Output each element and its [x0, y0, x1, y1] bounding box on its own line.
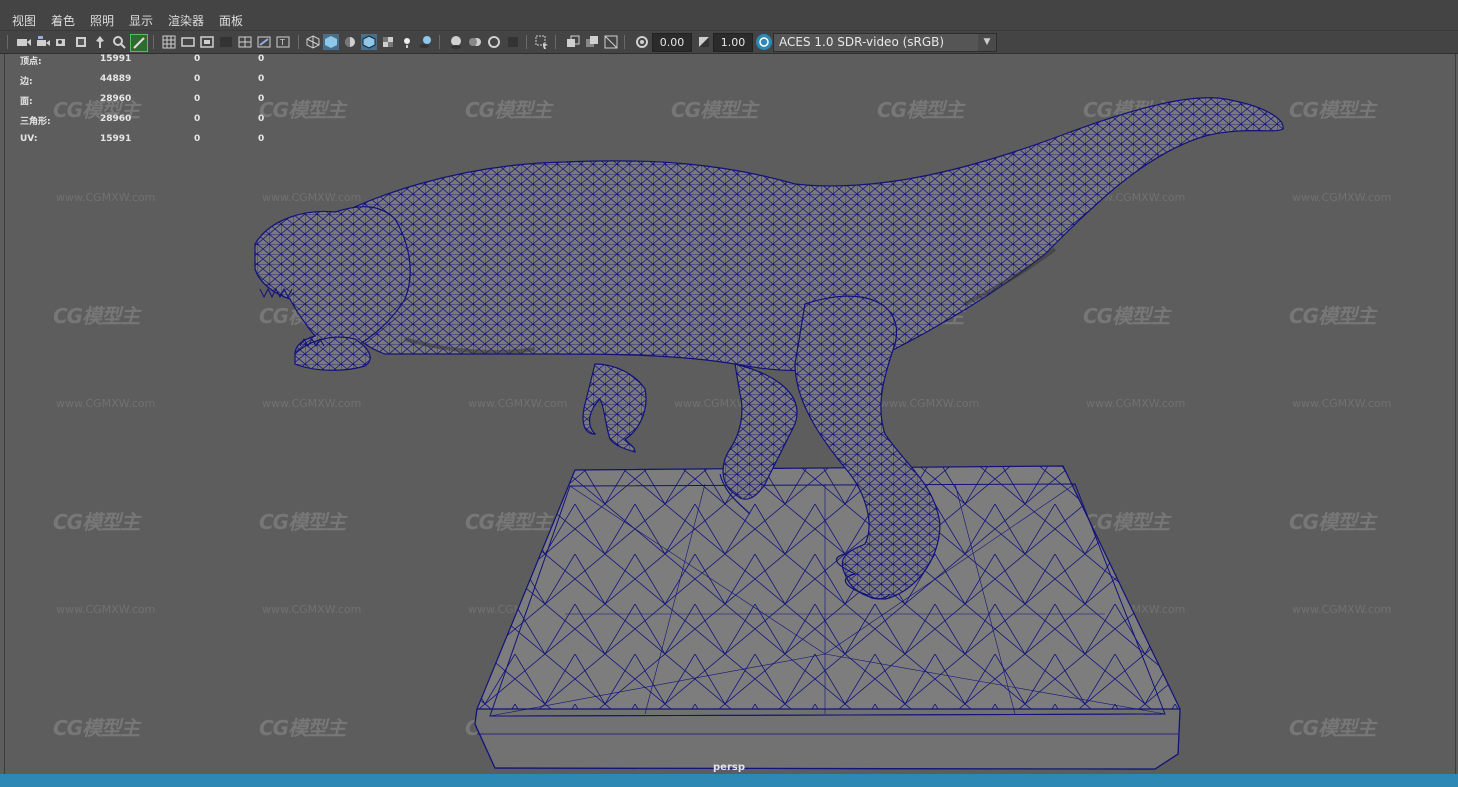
color-management-icon[interactable] — [756, 34, 772, 50]
hud-value: 0 — [194, 114, 201, 124]
hud-value: 0 — [258, 94, 265, 104]
toolbar-separator — [298, 35, 299, 49]
shadows-icon[interactable] — [418, 34, 434, 50]
hud-label: 面: — [20, 97, 33, 107]
wireframe-model[interactable] — [5, 54, 1455, 774]
hud-value: 0 — [258, 74, 265, 84]
grease-pencil-icon[interactable] — [130, 34, 148, 52]
menu-shading[interactable]: 着色 — [51, 12, 75, 29]
gamma-icon[interactable] — [696, 34, 712, 50]
default-material-icon[interactable] — [342, 34, 358, 50]
camera-attributes-icon[interactable] — [35, 34, 51, 50]
hud-value: 0 — [194, 74, 201, 84]
exposure-field[interactable]: 0.00 — [652, 33, 692, 52]
toolbar-separator — [153, 35, 154, 49]
pedestal-mesh[interactable] — [474, 465, 1181, 770]
hud-value: 15991 — [100, 134, 132, 144]
safe-title-icon[interactable]: T — [275, 34, 291, 50]
anti-aliasing-icon[interactable] — [486, 34, 502, 50]
view-transform-dropdown[interactable]: ACES 1.0 SDR-video (sRGB) ▼ — [773, 33, 997, 52]
image-plane-icon[interactable] — [73, 34, 89, 50]
hud-value: 0 — [194, 134, 201, 144]
resolution-gate-icon[interactable] — [199, 34, 215, 50]
toolbar-separator — [439, 35, 440, 49]
menu-show[interactable]: 显示 — [129, 12, 153, 29]
xray-joints-icon[interactable] — [584, 34, 600, 50]
hud-label: 边: — [20, 77, 33, 87]
viewport-persp[interactable]: CG模型主 www.CGMXW.com CG模型主 www.CGMXW.com CG模型… — [4, 54, 1456, 774]
camera-name-label: persp — [713, 762, 745, 773]
hud-value: 28960 — [100, 94, 132, 104]
xray-icon[interactable] — [565, 34, 581, 50]
view-transform-label: ACES 1.0 SDR-video (sRGB) — [779, 35, 945, 49]
motion-blur-icon[interactable] — [467, 34, 483, 50]
menu-renderer[interactable]: 渲染器 — [168, 12, 204, 29]
gamma-field[interactable]: 1.00 — [713, 33, 753, 52]
wireframe-icon[interactable] — [305, 34, 321, 50]
lights-icon[interactable] — [399, 34, 415, 50]
hud-label: 三角形: — [20, 117, 51, 127]
wireframe-on-shaded-icon[interactable] — [361, 34, 377, 50]
toolbar-separator — [526, 35, 527, 49]
gate-mask-icon[interactable] — [218, 34, 234, 50]
menu-panels[interactable]: 面板 — [219, 12, 243, 29]
smooth-shade-icon[interactable] — [323, 34, 339, 50]
hud-value: 0 — [258, 114, 265, 124]
depth-of-field-icon[interactable] — [505, 34, 521, 50]
bookmark-icon[interactable] — [54, 34, 70, 50]
toolbar-separator — [624, 35, 625, 49]
hud-label: 顶点: — [20, 57, 42, 67]
panel-toolbar: T 0.00 1.00 ACES 1.0 SDR-video (sRGB) ▼ — [0, 31, 1458, 54]
viewport-bottom-bar — [0, 774, 1458, 787]
textured-icon[interactable] — [380, 34, 396, 50]
hud-value: 0 — [194, 94, 201, 104]
chevron-down-icon: ▼ — [978, 34, 996, 51]
hud-label: UV: — [20, 134, 38, 144]
menu-view[interactable]: 视图 — [12, 12, 36, 29]
toolbar-separator — [7, 35, 8, 49]
film-gate-icon[interactable] — [180, 34, 196, 50]
isolate-select-icon[interactable] — [534, 34, 550, 50]
hud-value: 0 — [194, 54, 201, 64]
grid-icon[interactable] — [161, 34, 177, 50]
hud-value: 0 — [258, 134, 265, 144]
hud-value: 28960 — [100, 114, 132, 124]
pin-icon[interactable] — [92, 34, 108, 50]
svg-text:T: T — [279, 38, 285, 47]
toolbar-separator — [555, 35, 556, 49]
menu-lighting[interactable]: 照明 — [90, 12, 114, 29]
field-chart-icon[interactable] — [237, 34, 253, 50]
safe-action-icon[interactable] — [256, 34, 272, 50]
exposure-icon[interactable] — [634, 34, 650, 50]
2d-pan-zoom-icon[interactable] — [111, 34, 127, 50]
hud-value: 44889 — [100, 74, 132, 84]
camera-select-icon[interactable] — [16, 34, 32, 50]
hud-value: 15991 — [100, 54, 132, 64]
hud-value: 0 — [258, 54, 265, 64]
panel-menu-bar: 视图 着色 照明 显示 渲染器 面板 — [0, 0, 1458, 31]
backface-culling-icon[interactable] — [603, 34, 619, 50]
ambient-occlusion-icon[interactable] — [448, 34, 464, 50]
